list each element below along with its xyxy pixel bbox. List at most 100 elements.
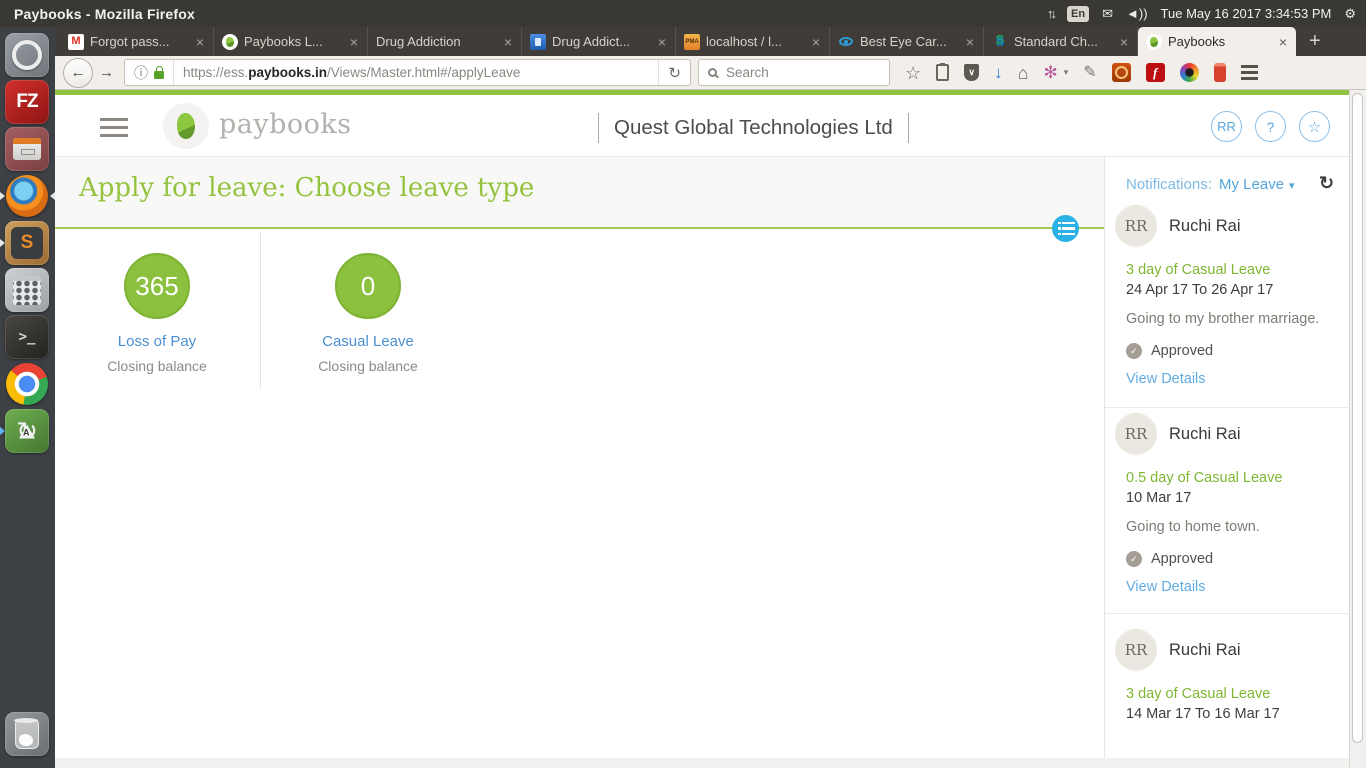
tab-close-button[interactable]: × [965,34,975,50]
view-details-link[interactable]: View Details [1126,579,1206,595]
tab-close-button[interactable]: × [811,34,821,50]
url-bar[interactable]: ⓘ https://ess.paybooks.in/Views/Master.h… [124,59,691,86]
tab-drug-addiction[interactable]: Drug Addiction × [368,27,522,56]
calculator-keys [13,276,41,305]
page-bottom-strip [55,758,1349,768]
balance-circle[interactable]: 0 [335,253,401,319]
keyboard-layout-indicator[interactable]: En [1067,6,1089,22]
tab-label: Paybooks [1168,34,1272,49]
back-button[interactable]: ← [63,58,93,88]
notifications-panel: Notifications: My Leave▾ ↻ RR Ruchi Rai … [1104,157,1349,758]
firefox-orb [6,175,48,217]
tab-standard-chartered[interactable]: S Standard Ch... × [984,27,1138,56]
terminal-icon[interactable]: >_ [5,315,49,359]
app-menu-button[interactable] [100,118,128,137]
flash-addon-icon[interactable]: f [1146,63,1165,82]
calculator-icon[interactable] [5,268,49,312]
tab-close-button[interactable]: × [1278,34,1288,50]
tab-label: Forgot pass... [90,34,189,49]
employee-name: Ruchi Rai [1169,641,1241,660]
clipboard-addon-icon[interactable] [936,64,949,81]
page-title: Apply for leave: Choose leave type [79,173,534,203]
notifications-filter-dropdown[interactable]: My Leave▾ [1219,176,1295,193]
file-archiver-icon[interactable] [5,127,49,171]
url-text[interactable]: https://ess.paybooks.in/Views/Master.htm… [174,65,658,80]
page-info-icon[interactable]: ⓘ [134,63,148,83]
cell-divider [260,232,261,388]
addon-dropdown-caret[interactable]: ▾ [1064,67,1069,78]
flower-addon-icon[interactable]: ✻ [1044,64,1058,81]
mail-icon[interactable]: ✉ [1102,6,1113,22]
leave-summary: 0.5 day of Casual Leave [1126,470,1337,486]
page-scrollbar[interactable] [1349,90,1366,768]
approved-check-icon: ✓ [1126,343,1142,359]
downloads-icon[interactable]: ↓ [994,64,1003,81]
firefox-icon[interactable] [5,174,49,218]
leave-type-name: Loss of Pay [87,333,227,350]
tab-close-button[interactable]: × [195,34,205,50]
volume-icon[interactable]: ◄)) [1126,6,1148,21]
view-details-link[interactable]: View Details [1126,371,1206,387]
clock[interactable]: Tue May 16 2017 3:34:53 PM [1161,6,1332,21]
forward-button[interactable]: → [96,64,117,81]
page-title-strip: Apply for leave: Choose leave type [55,157,1104,229]
system-tray: ↑↓ En ✉ ◄)) Tue May 16 2017 3:34:53 PM ⚙ [1047,6,1366,22]
leave-type-loss-of-pay[interactable]: 365 Loss of Pay Closing balance [87,253,227,374]
search-input[interactable] [724,64,880,81]
search-bar[interactable] [698,59,890,86]
tab-close-button[interactable]: × [1119,34,1129,50]
browser-nav-toolbar: ← → ⓘ https://ess.paybooks.in/Views/Mast… [55,56,1366,90]
colorwheel-addon-icon[interactable] [1180,63,1199,82]
tab-label: Drug Addiction [376,34,497,49]
user-avatar-button[interactable]: RR [1211,111,1242,142]
tab-localhost[interactable]: PMA localhost / l... × [676,27,830,56]
leave-dates: 10 Mar 17 [1126,490,1337,506]
card-divider [1105,613,1349,614]
site-identity[interactable]: ⓘ [125,60,174,85]
tab-paybooks-login[interactable]: Paybooks L... × [214,27,368,56]
tab-best-eye-care[interactable]: Best Eye Car... × [830,27,984,56]
network-indicator-icon[interactable]: ↑↓ [1047,6,1054,21]
sublime-text-icon[interactable]: S [5,221,49,265]
tab-close-button[interactable]: × [503,34,513,50]
leave-summary: 3 day of Casual Leave [1126,686,1337,702]
browser-menu-button[interactable] [1241,63,1258,82]
page-content: paybooks Quest Global Technologies Ltd R… [55,90,1349,768]
tab-close-button[interactable]: × [657,34,667,50]
bookmark-star-icon[interactable]: ☆ [905,64,921,82]
leave-dates: 14 Mar 17 To 16 Mar 17 [1126,706,1337,722]
reload-button[interactable]: ↻ [658,60,690,85]
chrome-icon[interactable] [5,362,49,406]
software-updater-icon[interactable]: ↻ A [5,409,49,453]
sublime-glyph: S [11,227,43,259]
home-icon[interactable]: ⌂ [1018,64,1029,82]
pocket-shield-icon[interactable]: ∨ [964,64,979,81]
pen-tool-icon[interactable]: ✎ [1083,65,1096,81]
help-button[interactable]: ? [1255,111,1286,142]
notification-card: RR Ruchi Rai 0.5 day of Casual Leave 10 … [1115,413,1337,596]
new-tab-button[interactable]: + [1296,27,1334,56]
refresh-icon[interactable]: ↻ [1319,173,1334,194]
leave-type-casual-leave[interactable]: 0 Casual Leave Closing balance [298,253,438,374]
leave-dates: 24 Apr 17 To 26 Apr 17 [1126,282,1337,298]
paybooks-favicon [222,34,238,50]
browser-tab-bar: M Forgot pass... × Paybooks L... × Drug … [55,27,1366,56]
ubuntu-dash-icon[interactable] [5,33,49,77]
avatar: RR [1115,629,1157,671]
orange-addon-icon[interactable] [1112,63,1131,82]
red-addon-icon[interactable] [1214,63,1226,82]
tab-forgot-pass[interactable]: M Forgot pass... × [60,27,214,56]
paybooks-logo-icon[interactable] [163,103,209,149]
tab-paybooks-active[interactable]: Paybooks × [1138,27,1296,56]
tab-close-button[interactable]: × [349,34,359,50]
drawer-glyph [13,138,41,160]
trash-icon[interactable] [5,712,49,756]
scrollbar-thumb[interactable] [1352,93,1363,743]
balance-circle[interactable]: 365 [124,253,190,319]
eye-favicon [838,34,854,50]
filezilla-icon[interactable]: FZ [5,80,49,124]
favorites-star-button[interactable]: ☆ [1299,111,1330,142]
tab-drug-addict[interactable]: Drug Addict... × [522,27,676,56]
session-gear-icon[interactable]: ⚙ [1344,6,1356,22]
leave-list-toggle-button[interactable] [1052,215,1079,242]
